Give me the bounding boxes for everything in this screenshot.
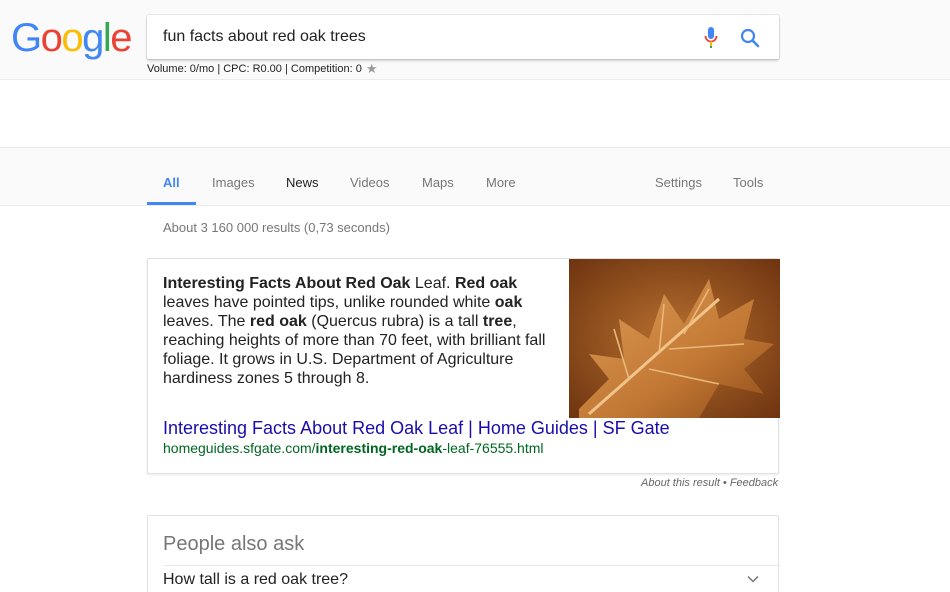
snippet-url-part: homeguides.sfgate.com/ <box>163 440 316 456</box>
paa-title: People also ask <box>163 533 305 555</box>
search-tabs: All Images News Videos Maps More Setting… <box>0 147 950 206</box>
paa-question[interactable]: How tall is a red oak tree? <box>163 571 348 589</box>
tab-tools[interactable]: Tools <box>733 175 763 190</box>
active-tab-indicator <box>147 202 196 205</box>
snippet-text-run: Leaf. <box>410 275 455 292</box>
snippet-url: homeguides.sfgate.com/interesting-red-oa… <box>163 440 544 456</box>
logo-letter: l <box>102 16 112 60</box>
oak-leaf-image[interactable] <box>569 259 780 418</box>
featured-snippet: Interesting Facts About Red Oak Leaf. Re… <box>147 258 780 474</box>
snippet-url-bold: interesting-red-oak <box>315 440 443 456</box>
chevron-down-icon[interactable] <box>746 572 760 586</box>
divider <box>163 565 780 566</box>
tab-all[interactable]: All <box>163 175 180 190</box>
header: Google Volume: 0/mo | CPC: R0.00 | Compe… <box>0 0 950 80</box>
snippet-text-run: leaves. The <box>163 313 250 330</box>
search-icon[interactable] <box>739 27 761 49</box>
snippet-url-part: -leaf-76555.html <box>442 440 544 456</box>
search-input[interactable] <box>163 26 683 48</box>
keyword-stats-bar: Volume: 0/mo | CPC: R0.00 | Competition:… <box>147 61 377 77</box>
snippet-text-run: leaves have pointed tips, unlike rounded… <box>163 294 495 311</box>
snippet-text: Interesting Facts About Red Oak Leaf. Re… <box>163 274 553 388</box>
result-stats: About 3 160 000 results (0,73 seconds) <box>163 220 390 235</box>
microphone-icon[interactable] <box>703 26 719 50</box>
about-this-result-feedback[interactable]: About this result • Feedback <box>641 477 778 489</box>
google-logo[interactable]: Google <box>11 16 132 60</box>
logo-letter: o <box>40 16 63 60</box>
tab-news[interactable]: News <box>286 175 319 190</box>
tab-settings[interactable]: Settings <box>655 175 702 190</box>
tab-maps[interactable]: Maps <box>422 175 454 190</box>
people-also-ask: People also ask How tall is a red oak tr… <box>147 515 780 592</box>
snippet-text-run: (Quercus rubra) is a tall <box>306 313 483 330</box>
logo-letter: o <box>61 16 83 60</box>
logo-letter: G <box>11 16 42 60</box>
tab-videos[interactable]: Videos <box>350 175 390 190</box>
snippet-text-bold: Interesting Facts About Red Oak <box>163 275 411 292</box>
snippet-text-bold: Red oak <box>454 275 518 292</box>
tab-images[interactable]: Images <box>212 175 255 190</box>
tab-more[interactable]: More <box>486 175 516 190</box>
keyword-stats-text: Volume: 0/mo | CPC: R0.00 | Competition:… <box>147 63 362 75</box>
snippet-text-bold: oak <box>494 294 523 311</box>
snippet-text-bold: tree <box>482 313 513 330</box>
snippet-result-link[interactable]: Interesting Facts About Red Oak Leaf | H… <box>163 418 670 439</box>
star-icon[interactable]: ★ <box>366 61 378 77</box>
search-box[interactable] <box>147 15 779 59</box>
logo-letter: e <box>110 16 132 60</box>
snippet-text-bold: red oak <box>249 313 307 330</box>
logo-letter: g <box>82 16 104 60</box>
